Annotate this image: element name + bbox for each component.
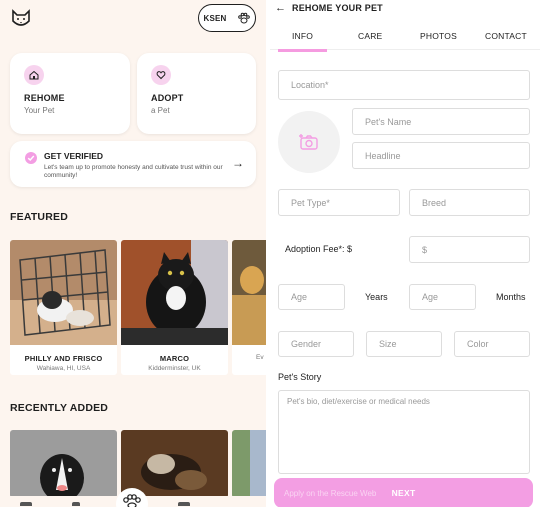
- adoption-fee-label: Adoption Fee*: $: [285, 244, 353, 254]
- gender-field[interactable]: Gender: [278, 331, 354, 357]
- nav-messages-icon[interactable]: [178, 502, 190, 506]
- pet-location: Kidderminster, UK: [148, 365, 201, 372]
- verify-title: GET VERIFIED: [44, 151, 104, 161]
- add-photo-button[interactable]: [278, 111, 340, 173]
- headline-field[interactable]: Headline: [352, 142, 530, 169]
- years-label: Years: [365, 292, 388, 302]
- featured-heading: FEATURED: [10, 211, 68, 223]
- pet-photo: [121, 240, 228, 345]
- nav-home-icon[interactable]: [20, 502, 32, 506]
- age-months-field[interactable]: Age: [409, 284, 476, 310]
- adopt-title: ADOPT: [151, 93, 184, 103]
- pet-name: MARCO: [159, 354, 190, 363]
- pet-type-field[interactable]: Pet Type*: [278, 189, 400, 216]
- tab-bar: INFO CARE PHOTOS CONTACT: [270, 26, 540, 52]
- page-title: REHOME YOUR PET: [292, 3, 383, 13]
- get-verified-card[interactable]: GET VERIFIED Let's team up to promote ho…: [10, 141, 256, 187]
- pet-location: Wahiawa, HI, USA: [36, 365, 91, 372]
- rehome-card[interactable]: REHOME Your Pet: [10, 53, 130, 134]
- arrow-right-icon: →: [232, 156, 244, 170]
- recently-added-heading: RECENTLY ADDED: [10, 402, 109, 414]
- breed-field[interactable]: Breed: [409, 189, 530, 216]
- rehome-subtitle: Your Pet: [24, 106, 55, 115]
- pet-name-field[interactable]: Pet's Name: [352, 108, 530, 135]
- underlying-text: Apply on the Rescue Web: [284, 489, 377, 498]
- featured-pet-card[interactable]: PHILLY AND FRISCO Wahiawa, HI, USA: [10, 240, 117, 375]
- pet-location: Ev: [256, 354, 264, 361]
- recent-pet-photo[interactable]: [232, 430, 266, 498]
- next-label: NEXT: [391, 488, 416, 498]
- paw-icon: [237, 12, 250, 24]
- next-button[interactable]: Apply on the Rescue Web NEXT: [274, 478, 533, 507]
- nav-search-icon[interactable]: [72, 502, 80, 506]
- user-name: KSEN: [203, 13, 227, 23]
- tab-photos[interactable]: PHOTOS: [420, 31, 457, 41]
- story-textarea[interactable]: Pet's bio, diet/exercise or medical need…: [278, 390, 530, 474]
- size-field[interactable]: Size: [366, 331, 442, 357]
- adopt-subtitle: a Pet: [151, 106, 170, 115]
- story-label: Pet's Story: [278, 372, 322, 382]
- featured-pet-card[interactable]: Ev: [232, 240, 266, 375]
- dog-logo-icon[interactable]: [10, 8, 32, 30]
- featured-pet-card[interactable]: MARCO Kidderminster, UK: [121, 240, 228, 375]
- rehome-title: REHOME: [24, 93, 65, 103]
- paw-icon: [123, 494, 141, 507]
- months-label: Months: [496, 292, 526, 302]
- verify-text: Let's team up to promote honesty and cul…: [44, 164, 223, 179]
- heart-icon: [151, 65, 171, 85]
- tab-contact[interactable]: CONTACT: [485, 31, 527, 41]
- recent-pet-photo[interactable]: [10, 430, 117, 498]
- pet-photo: [232, 240, 266, 345]
- user-chip[interactable]: KSEN: [198, 4, 256, 32]
- tab-care[interactable]: CARE: [358, 31, 382, 41]
- color-field[interactable]: Color: [454, 331, 530, 357]
- back-arrow-icon[interactable]: ←: [275, 2, 286, 14]
- camera-add-icon: [299, 134, 318, 150]
- tab-info[interactable]: INFO: [277, 31, 328, 52]
- home-screen: KSEN REHOME Your Pet ADOPT a Pet GET VER…: [0, 0, 266, 507]
- rehome-form-screen: ← REHOME YOUR PET INFO CARE PHOTOS CONTA…: [270, 0, 540, 507]
- adopt-card[interactable]: ADOPT a Pet: [137, 53, 256, 134]
- adoption-fee-field[interactable]: $: [409, 236, 530, 263]
- pet-photo: [10, 240, 117, 345]
- header: ← REHOME YOUR PET: [275, 2, 383, 14]
- location-field[interactable]: Location*: [278, 70, 530, 100]
- pet-name: PHILLY AND FRISCO: [24, 354, 103, 363]
- verified-badge-icon: [25, 152, 37, 164]
- age-years-field[interactable]: Age: [278, 284, 345, 310]
- home-icon: [24, 65, 44, 85]
- recent-pet-photo[interactable]: [121, 430, 228, 498]
